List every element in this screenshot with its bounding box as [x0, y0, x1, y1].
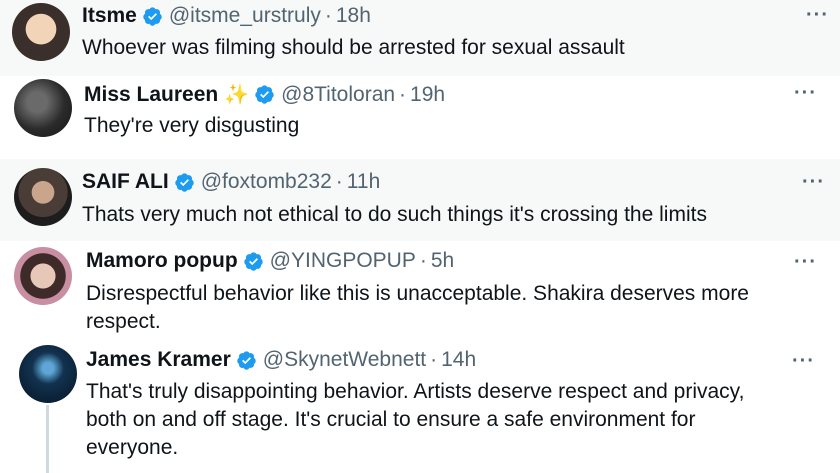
verified-badge-icon [243, 251, 263, 271]
separator: · [335, 170, 343, 193]
handle[interactable]: @8Titoloran [281, 83, 395, 107]
thread-line [46, 405, 49, 473]
timestamp[interactable]: 14h [441, 348, 476, 372]
more-options-icon[interactable]: ··· [802, 171, 825, 194]
reply-mamoro-popup[interactable]: Mamoro popup @YINGPOPUP · 5h Disrespectf… [0, 241, 840, 340]
separator: · [324, 4, 332, 27]
reply-text: That's truly disappointing behavior. Art… [86, 378, 744, 462]
avatar[interactable] [14, 247, 72, 305]
reply-text-line: respect. [86, 310, 161, 333]
display-name[interactable]: Itsme [82, 4, 137, 28]
more-options-icon[interactable]: ··· [792, 350, 815, 373]
avatar[interactable] [19, 345, 77, 403]
avatar[interactable] [12, 3, 70, 61]
separator: · [419, 249, 427, 272]
timestamp[interactable]: 18h [336, 4, 371, 28]
reply-itsme[interactable]: Itsme @itsme_urstruly · 18h Whoever was … [0, 0, 840, 76]
verified-badge-icon [255, 85, 274, 104]
handle[interactable]: @itsme_urstruly [169, 4, 321, 28]
verified-badge-icon [175, 172, 194, 192]
reply-text-line: That's truly disappointing behavior. Art… [86, 380, 745, 403]
verified-badge-icon [237, 350, 256, 370]
reply-text-line: both on and off stage. It's crucial to e… [86, 408, 696, 431]
avatar[interactable] [14, 168, 72, 226]
reply-text: Thats very much not ethical to do such t… [82, 203, 707, 226]
timestamp[interactable]: 5h [431, 249, 454, 273]
display-name[interactable]: SAIF ALI [82, 170, 169, 194]
separator: · [430, 348, 438, 371]
more-options-icon[interactable]: ··· [794, 251, 817, 274]
sparkles-icon: ✨ [224, 84, 250, 106]
display-name[interactable]: Mamoro popup [86, 249, 238, 273]
handle[interactable]: @SkynetWebnett [263, 348, 426, 372]
timestamp[interactable]: 19h [410, 83, 445, 107]
reply-text: Whoever was filming should be arrested f… [82, 36, 625, 59]
verified-badge-icon [143, 6, 162, 26]
timestamp[interactable]: 11h [347, 170, 380, 194]
reply-text: Disrespectful behavior like this is unac… [86, 280, 749, 336]
display-name[interactable]: Miss Laureen [84, 83, 218, 107]
more-options-icon[interactable]: ··· [806, 4, 829, 27]
reply-text-line: Disrespectful behavior like this is unac… [86, 282, 749, 305]
reply-james-kramer[interactable]: James Kramer @SkynetWebnett · 14h That's… [0, 340, 840, 473]
reply-text-line: everyone. [86, 436, 179, 459]
more-options-icon[interactable]: ··· [794, 82, 817, 105]
reply-miss-laureen[interactable]: Miss Laureen ✨ @8Titoloran · 19h They're… [0, 76, 840, 159]
reply-text: They're very disgusting [84, 114, 300, 137]
separator: · [399, 82, 407, 106]
handle[interactable]: @YINGPOPUP [270, 249, 416, 273]
avatar[interactable] [14, 79, 72, 137]
handle[interactable]: @foxtomb232 [201, 170, 332, 194]
reply-saif-ali[interactable]: SAIF ALI @foxtomb232 · 11h Thats very mu… [0, 159, 840, 241]
display-name[interactable]: James Kramer [86, 348, 231, 372]
